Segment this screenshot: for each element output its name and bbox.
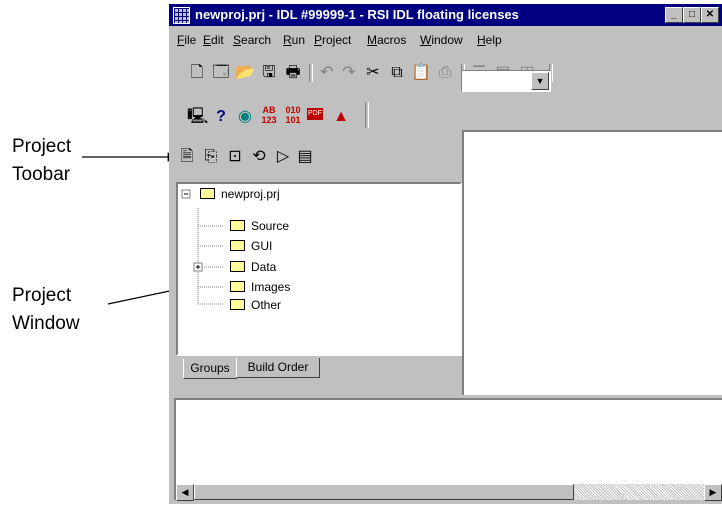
binary-icon[interactable]: 010 101: [283, 105, 303, 125]
project-new-icon[interactable]: 🗎: [177, 148, 197, 166]
eye-icon[interactable]: ◉: [235, 108, 255, 126]
paste-icon[interactable]: 📋: [411, 64, 431, 82]
toolbar-separator: [309, 64, 313, 82]
scroll-track[interactable]: [194, 484, 704, 500]
tree-root[interactable]: newproj.prj: [200, 187, 280, 201]
undo-icon[interactable]: ↶: [317, 64, 337, 82]
scroll-left-icon[interactable]: ◀: [176, 484, 194, 501]
project-tree[interactable]: newproj.prj Source GUI Data Images Other: [176, 182, 462, 356]
tree-item-images[interactable]: Images: [230, 280, 290, 294]
menu-edit[interactable]: Edit: [203, 33, 224, 47]
tree-lines: [181, 189, 224, 305]
tree-item-label: Data: [251, 260, 277, 274]
title-bar[interactable]: newproj.prj - IDL #99999-1 - RSI IDL flo…: [169, 4, 722, 26]
folder-icon: [230, 220, 245, 231]
monitor-icon[interactable]: 🖳: [187, 108, 208, 126]
redo-icon[interactable]: ↷: [339, 64, 359, 82]
toolbar-separator: [365, 102, 369, 128]
tree-item-data[interactable]: Data: [230, 260, 276, 274]
folder-icon: [200, 188, 215, 199]
toolbar-dropdown[interactable]: ▼: [461, 70, 551, 92]
editor-pane[interactable]: [462, 130, 722, 395]
close-button[interactable]: ✕: [701, 7, 719, 23]
tree-item-label: Images: [251, 280, 291, 294]
tab-build-order[interactable]: Build Order: [236, 358, 320, 378]
new-file-icon[interactable]: 🗋: [187, 64, 207, 82]
tree-root-label: newproj.prj: [221, 187, 280, 201]
menu-file[interactable]: File: [177, 33, 196, 47]
tree-item-label: GUI: [251, 239, 273, 253]
scroll-thumb[interactable]: [194, 484, 574, 500]
menu-macros[interactable]: Macros: [367, 33, 406, 47]
new-window-icon[interactable]: 🗔: [211, 64, 231, 82]
project-properties-icon[interactable]: ▤: [295, 148, 315, 166]
abc-123-icon[interactable]: AB 123: [259, 105, 279, 125]
menu-run[interactable]: Run: [283, 33, 305, 47]
horizontal-scrollbar[interactable]: ◀ ▶: [176, 484, 722, 501]
open-icon[interactable]: 📂: [235, 64, 255, 82]
tree-item-label: Other: [251, 298, 282, 312]
secondary-toolbar: 🖳 ? ◉ AB 123 010 101 PDF ▲: [169, 96, 399, 132]
collapse-toggle: [181, 189, 191, 199]
tree-item-source[interactable]: Source: [230, 219, 289, 233]
map-icon[interactable]: ▲: [331, 108, 351, 126]
project-compile-icon[interactable]: ⟲: [249, 148, 269, 166]
cut-icon[interactable]: ✂: [363, 64, 383, 82]
chevron-down-icon[interactable]: ▼: [531, 72, 549, 90]
project-run-icon[interactable]: ▷: [273, 148, 293, 166]
menu-help[interactable]: Help: [477, 33, 502, 47]
folder-icon: [230, 240, 245, 251]
copy-icon[interactable]: ⧉: [387, 64, 407, 82]
app-icon: [173, 7, 190, 24]
folder-icon: [230, 261, 245, 272]
tree-item-label: Source: [251, 219, 290, 233]
menu-search[interactable]: Search: [233, 33, 271, 47]
minimize-button[interactable]: _: [665, 7, 683, 23]
maximize-button[interactable]: □: [683, 7, 701, 23]
print-icon[interactable]: 🖶: [283, 64, 303, 82]
project-add-icon[interactable]: ⎘: [201, 148, 221, 166]
window-title: newproj.prj - IDL #99999-1 - RSI IDL flo…: [195, 7, 519, 22]
save-icon[interactable]: 🖫: [259, 64, 279, 82]
main-toolbar: 🗋 🗔 📂 🖫 🖶 ↶ ↷ ✂ ⧉ 📋 ⎙ ☰ ▤ ◫: [169, 56, 722, 90]
project-toolbar: 🗎 ⎘ ⊡ ⟲ ▷ ▤: [169, 144, 460, 174]
menu-window[interactable]: Window: [420, 33, 463, 47]
expand-toggle: [193, 262, 203, 272]
help-icon[interactable]: ?: [211, 108, 231, 126]
tab-groups[interactable]: Groups: [183, 359, 237, 379]
project-view-icon[interactable]: ⊡: [225, 148, 245, 166]
folder-icon: [230, 281, 245, 292]
pdf-icon[interactable]: PDF: [307, 108, 323, 120]
folder-icon: [230, 299, 245, 310]
menu-bar: File Edit Search Run Project Macros Wind…: [169, 30, 722, 50]
menu-project[interactable]: Project: [314, 33, 351, 47]
tree-item-other[interactable]: Other: [230, 298, 281, 312]
scroll-right-icon[interactable]: ▶: [704, 484, 722, 501]
tree-item-gui[interactable]: GUI: [230, 239, 272, 253]
print-preview-icon[interactable]: ⎙: [435, 64, 455, 82]
